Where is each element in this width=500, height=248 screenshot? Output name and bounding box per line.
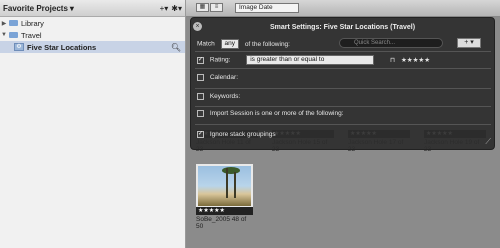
divider xyxy=(195,106,491,107)
rating-checkbox[interactable]: ✓ xyxy=(197,56,204,64)
rating-operator-select[interactable]: is greater than or equal to xyxy=(246,55,375,65)
add-project-button[interactable]: +▾ xyxy=(160,4,169,13)
projects-title-arrow[interactable]: ▾ xyxy=(70,4,74,13)
divider xyxy=(195,51,491,52)
smart-album-icon: ⚙ xyxy=(14,43,24,51)
tree-item-label: Five Star Locations xyxy=(27,42,97,52)
smart-settings-icon[interactable]: 🔍︎ xyxy=(171,43,181,52)
folder-icon xyxy=(9,20,18,26)
quick-search-input[interactable]: Quick Search... xyxy=(339,38,443,48)
divider xyxy=(195,124,491,125)
projects-panel: Favorite Projects ▾ +▾ ✱▾ ▶ Library ▼ Tr… xyxy=(0,0,186,248)
import-rule: Import Session is one or more of the fol… xyxy=(197,110,344,117)
grid-view-icon[interactable]: ▦ xyxy=(196,3,209,12)
import-checkbox[interactable] xyxy=(197,110,204,117)
tree-item-label: Travel xyxy=(21,30,42,40)
disclosure-down-icon[interactable]: ▼ xyxy=(0,32,8,38)
rating-slider[interactable]: ⊓ xyxy=(390,57,395,64)
match-label: Match xyxy=(197,40,215,48)
rating-rule: ✓ Rating: is greater than or equal to ⊓ … xyxy=(197,55,430,65)
folder-icon xyxy=(9,32,18,38)
gear-icon[interactable]: ✱▾ xyxy=(171,4,182,13)
match-select[interactable]: any xyxy=(220,39,239,49)
calendar-label: Calendar: xyxy=(209,74,238,82)
ignore-stacks-checkbox[interactable]: ✓ xyxy=(197,131,204,138)
keywords-rule: Keywords: xyxy=(197,93,240,100)
import-label: Import Session is one or more of the fol… xyxy=(209,110,344,118)
tree-item-travel[interactable]: ▼ Travel xyxy=(0,29,185,41)
tree-item-library[interactable]: ▶ Library xyxy=(0,17,185,29)
resize-grip-icon[interactable]: ⟋ xyxy=(485,137,491,147)
palm-tree-shape xyxy=(222,167,240,174)
browser-toolbar: ▦ ≡ Image Date xyxy=(186,0,500,17)
project-tree: ▶ Library ▼ Travel ⚙ Five Star Locations… xyxy=(0,17,185,53)
rating-bar: ★★★★★ xyxy=(196,207,253,215)
keywords-checkbox[interactable] xyxy=(197,93,204,100)
match-row: Match any of the following: xyxy=(197,39,290,49)
tree-item-label: Library xyxy=(21,18,44,28)
ignore-stacks-row: ✓ Ignore stack groupings xyxy=(197,131,276,138)
tree-item-five-star-locations[interactable]: ⚙ Five Star Locations 🔍︎ xyxy=(0,41,185,53)
divider xyxy=(195,88,491,89)
thumbnail-caption: SoBe_2005 48 of 50 xyxy=(196,216,247,230)
hud-title: Smart Settings: Five Star Locations (Tra… xyxy=(269,24,416,31)
rating-label: Rating: xyxy=(209,56,231,64)
divider xyxy=(195,68,491,69)
list-view-icon[interactable]: ≡ xyxy=(210,3,223,12)
palm-trunk-shape xyxy=(234,172,236,198)
ignore-stacks-label: Ignore stack groupings xyxy=(209,131,276,139)
close-icon[interactable]: × xyxy=(193,22,202,31)
beach-photo-thumbnail[interactable] xyxy=(196,164,253,208)
calendar-rule: Calendar: xyxy=(197,74,238,81)
add-rule-button[interactable]: + ▾ xyxy=(457,38,481,48)
palm-trunk-shape xyxy=(226,168,228,198)
match-suffix: of the following: xyxy=(244,40,290,48)
calendar-checkbox[interactable] xyxy=(197,74,204,81)
rating-stars[interactable]: ★★★★★ xyxy=(401,57,430,64)
thumbnail-meta: ★★★★★ SoBe_2005 48 of 50 xyxy=(196,207,253,230)
sort-select[interactable]: Image Date xyxy=(235,3,299,13)
projects-header: Favorite Projects ▾ +▾ ✱▾ xyxy=(0,0,185,17)
keywords-label: Keywords: xyxy=(209,93,241,101)
projects-title[interactable]: Favorite Projects xyxy=(3,4,68,13)
smart-settings-hud: × Smart Settings: Five Star Locations (T… xyxy=(190,17,495,150)
disclosure-right-icon[interactable]: ▶ xyxy=(0,20,8,27)
